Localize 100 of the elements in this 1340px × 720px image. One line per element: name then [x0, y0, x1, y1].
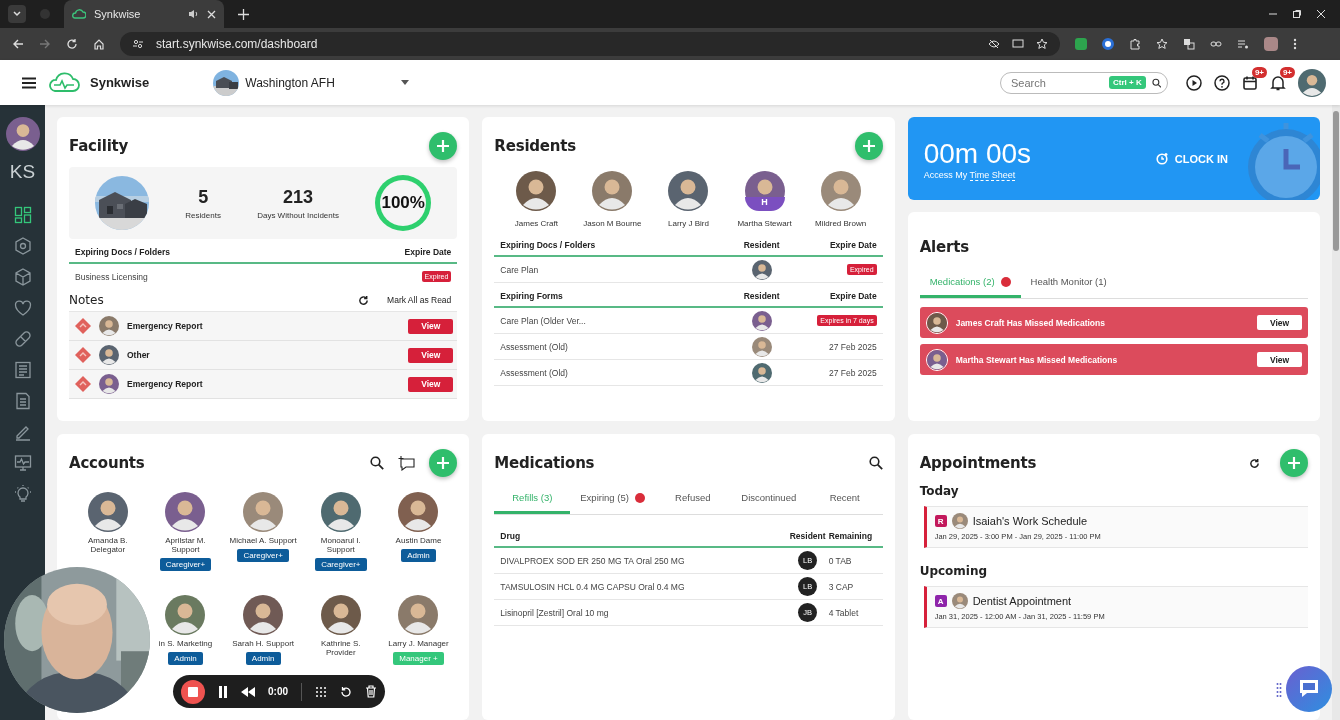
view-button[interactable]: View: [408, 376, 454, 392]
stop-button[interactable]: [181, 679, 205, 704]
rewind-icon[interactable]: [241, 686, 255, 697]
column-header: Resident: [742, 291, 781, 301]
panel-title: Residents: [494, 137, 576, 155]
type-tag: R: [934, 515, 947, 527]
bulb-icon[interactable]: [13, 485, 32, 503]
account-name[interactable]: Aprilstar M. Support: [150, 536, 221, 554]
avatar-icon: [1298, 68, 1326, 97]
help-icon[interactable]: [1214, 74, 1230, 91]
restore-icon[interactable]: [1292, 9, 1302, 19]
close-icon[interactable]: [1316, 9, 1326, 19]
tab-list-button[interactable]: [8, 5, 26, 23]
facility-selector[interactable]: Washington AFH: [213, 69, 409, 96]
avatar-icon: [243, 492, 284, 532]
panel-title: Alerts: [919, 238, 970, 256]
tab-title: Synkwise: [94, 8, 142, 20]
account-name[interactable]: Michael A. Support: [229, 536, 297, 545]
scrollbar[interactable]: [1332, 105, 1340, 720]
reload-icon[interactable]: [66, 38, 78, 50]
tab[interactable]: Recent: [806, 488, 883, 514]
view-button[interactable]: View: [408, 318, 454, 334]
view-button[interactable]: View: [1257, 315, 1302, 330]
list-icon[interactable]: [13, 361, 32, 379]
profile-icon[interactable]: [1264, 37, 1278, 51]
tab[interactable]: Discontinued: [730, 488, 807, 514]
forward-icon[interactable]: [39, 38, 51, 50]
column-header: Remaining: [828, 531, 874, 541]
box-icon[interactable]: [13, 268, 32, 286]
refresh-icon[interactable]: [358, 294, 370, 306]
table-cell-text: TAMSULOSIN HCL 0.4 MG CAPSU Oral 0.4 MG: [500, 581, 686, 592]
screen-icon[interactable]: [1012, 38, 1024, 50]
dashboard-icon[interactable]: [13, 206, 32, 224]
address-bar[interactable]: start.synkwise.com/dashboard: [120, 32, 1060, 56]
table-cell-text: Lisinopril [Zestril] Oral 10 mg: [500, 607, 610, 618]
tab[interactable]: Refused: [654, 488, 731, 514]
drag-handle-icon[interactable]: [1276, 682, 1282, 698]
undo-icon[interactable]: [340, 685, 352, 698]
view-button[interactable]: View: [1257, 352, 1302, 367]
appointment-title: Dentist Appointment: [972, 595, 1072, 607]
resident-name[interactable]: Larry J Bird: [668, 219, 709, 228]
more-icon[interactable]: [1293, 38, 1297, 50]
pill-icon[interactable]: [13, 330, 32, 348]
pause-icon[interactable]: [218, 685, 228, 698]
account-name[interactable]: in S. Marketing: [158, 639, 213, 648]
mark-all-read-link[interactable]: Mark All as Read: [387, 295, 452, 305]
column-header: Expiring Forms: [500, 291, 564, 301]
play-icon[interactable]: [1186, 74, 1202, 91]
monitor-icon[interactable]: [13, 454, 32, 472]
avatar-icon: [320, 595, 361, 635]
media-icon[interactable]: [1237, 38, 1249, 50]
puzzle-icon[interactable]: [1129, 38, 1141, 50]
heart-icon[interactable]: [13, 299, 32, 317]
appointment-title: Isaiah's Work Schedule: [972, 515, 1088, 527]
column-header: Expiring Docs / Folders: [75, 247, 171, 257]
document-icon[interactable]: [13, 392, 32, 410]
extension-icon[interactable]: [1102, 38, 1114, 50]
back-icon[interactable]: [12, 38, 24, 50]
view-button[interactable]: View: [408, 347, 454, 363]
account-name[interactable]: Kathrine S. Provider: [305, 639, 376, 657]
resident-name[interactable]: Jason M Bourne: [583, 219, 642, 228]
bell-icon[interactable]: [1270, 74, 1286, 91]
star-icon[interactable]: [1036, 38, 1048, 50]
account-name[interactable]: Sarah H. Support: [232, 639, 295, 648]
table-cell-text: Care Plan: [500, 264, 540, 275]
avatar-icon: [751, 259, 772, 280]
resident-name[interactable]: Mildred Brown: [815, 219, 867, 228]
star-icon[interactable]: [1156, 38, 1168, 50]
close-icon[interactable]: [207, 9, 216, 19]
browser-tab[interactable]: Synkwise: [64, 0, 224, 28]
caret-icon: [400, 80, 409, 85]
search-icon[interactable]: [868, 456, 883, 470]
trash-icon[interactable]: [365, 685, 377, 698]
link-icon[interactable]: [1210, 38, 1222, 50]
calendar-icon[interactable]: [1242, 74, 1258, 91]
chat-icon[interactable]: [398, 455, 416, 471]
tab[interactable]: Health Monitor (1): [1020, 272, 1117, 298]
tab[interactable]: Expiring (5): [570, 488, 655, 514]
eye-off-icon[interactable]: [988, 38, 1000, 50]
account-name[interactable]: Monoarul I. Support: [305, 536, 376, 554]
chevron-icon: [12, 9, 22, 19]
avatar-icon: [99, 345, 119, 365]
search-icon[interactable]: [1151, 76, 1161, 89]
resident-name[interactable]: Martha Stewart: [737, 219, 792, 228]
grid-dots-icon[interactable]: [315, 685, 327, 698]
home-icon[interactable]: [93, 38, 105, 50]
stat-value: 213: [283, 186, 314, 208]
account-name[interactable]: Austin Dame: [395, 536, 442, 545]
new-tab-icon[interactable]: [238, 8, 249, 20]
menu-icon[interactable]: [22, 76, 36, 89]
account-name[interactable]: Amanda B. Delegator: [72, 536, 143, 554]
site-info-icon[interactable]: [132, 38, 144, 50]
avatar-icon: [99, 374, 119, 394]
translate-icon[interactable]: [1183, 38, 1195, 50]
plus-icon: [1287, 456, 1301, 470]
account-name[interactable]: Larry J. Manager: [388, 639, 449, 648]
search-icon[interactable]: [370, 456, 385, 470]
resident-name[interactable]: James Craft: [514, 219, 558, 228]
refresh-icon[interactable]: [1249, 457, 1260, 469]
hexagon-icon[interactable]: [13, 237, 32, 255]
